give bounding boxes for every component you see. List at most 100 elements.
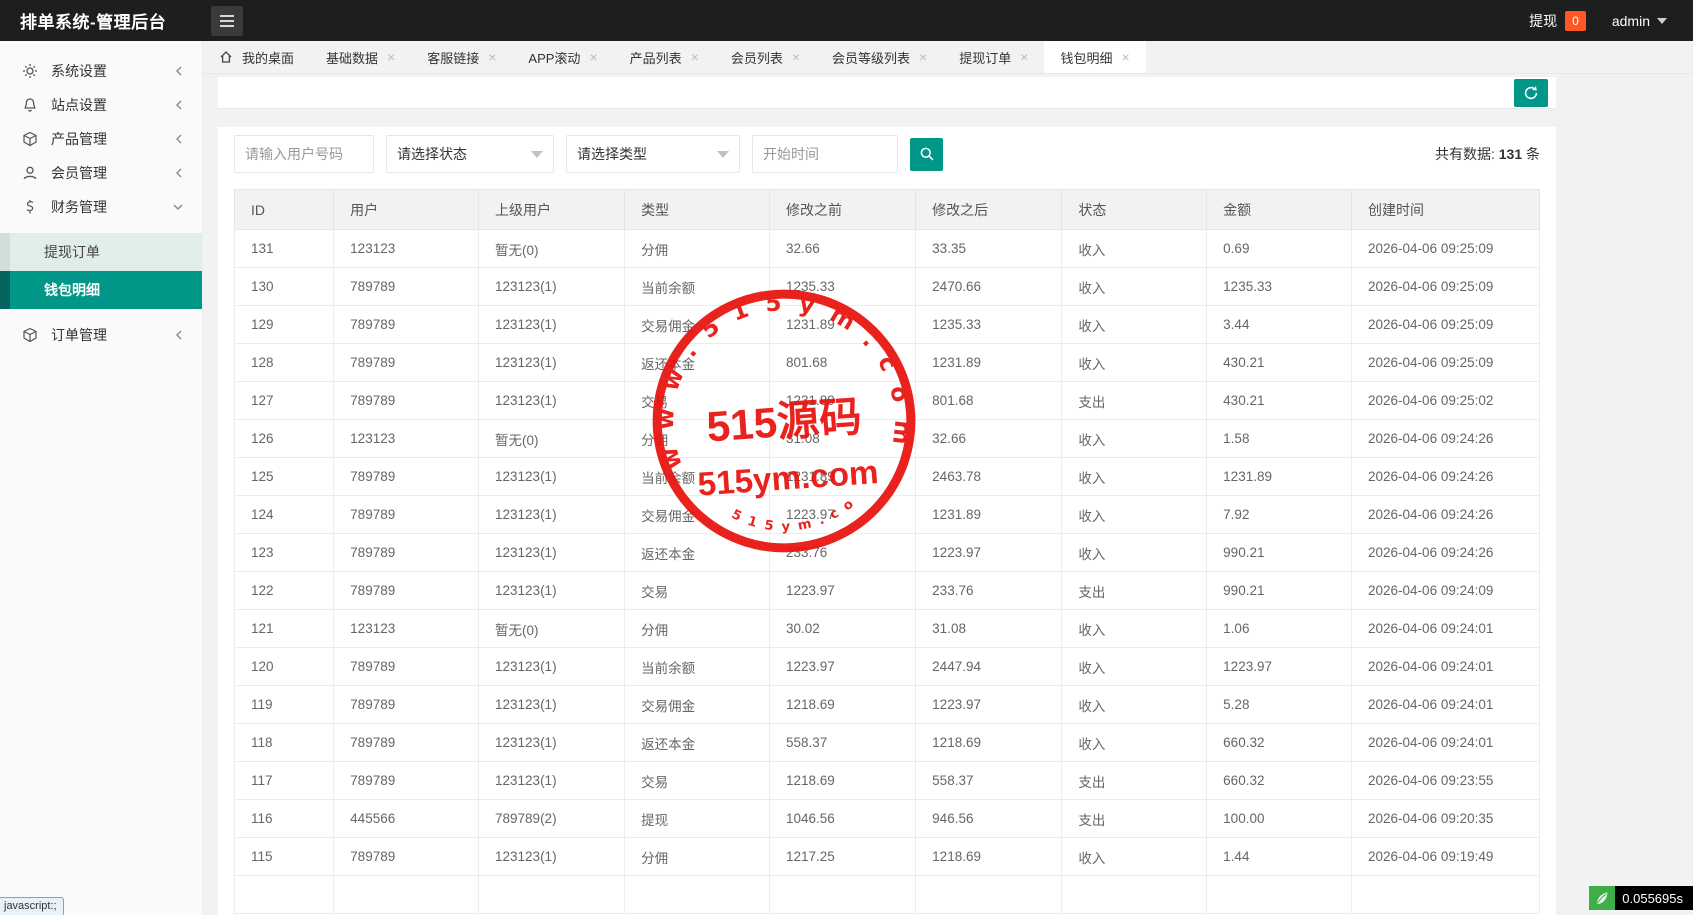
- table-cell: 2026-04-06 09:25:02: [1352, 382, 1540, 420]
- table-cell: 收入: [1062, 458, 1207, 496]
- close-icon[interactable]: ×: [1020, 50, 1028, 64]
- tab-member-list[interactable]: 会员列表 ×: [715, 41, 816, 73]
- content-card: 请选择状态 请选择类型 共有数据: 131 条: [218, 127, 1556, 915]
- table-row: 115789789123123(1)分佣1217.251218.69收入1.44…: [235, 838, 1540, 876]
- table-cell: 789789: [334, 838, 479, 876]
- table-cell: 123123(1): [479, 534, 625, 572]
- tab-service-links[interactable]: 客服链接×: [411, 41, 512, 73]
- sidebar-item-site-settings[interactable]: 站点设置: [0, 88, 202, 122]
- table-row: 124789789123123(1)交易佣金1223.971231.89收入7.…: [235, 496, 1540, 534]
- close-icon[interactable]: ×: [1121, 50, 1129, 64]
- sidebar-item-wallet-details[interactable]: 钱包明细: [0, 271, 202, 309]
- wallet-table-wrap: ID 用户 上级用户 类型 修改之前 修改之后 状态 金额 创建时间 13112…: [234, 189, 1540, 914]
- sidebar-item-product-management[interactable]: 产品管理: [0, 122, 202, 156]
- table-row: 127789789123123(1)交易1231.89801.68支出430.2…: [235, 382, 1540, 420]
- tab-label: 会员列表: [731, 48, 783, 67]
- table-cell: 1231.89: [916, 496, 1062, 534]
- close-icon[interactable]: ×: [387, 50, 395, 64]
- tab-wallet-details[interactable]: 钱包明细×: [1044, 41, 1145, 73]
- table-cell: 789789: [334, 762, 479, 800]
- table-cell: 2026-04-06 09:24:09: [1352, 572, 1540, 610]
- table-cell: [1062, 876, 1207, 914]
- close-icon[interactable]: ×: [589, 50, 597, 64]
- table-cell: 119: [235, 686, 334, 724]
- sidebar-item-member-management[interactable]: 会员管理: [0, 156, 202, 190]
- sidebar-item-system-settings[interactable]: 系统设置: [0, 54, 202, 88]
- type-select[interactable]: 请选择类型: [566, 135, 740, 173]
- user-menu[interactable]: admin: [1612, 13, 1667, 29]
- chevron-left-icon: [174, 133, 184, 145]
- close-icon[interactable]: ×: [488, 50, 496, 64]
- sidebar-subitem-label: 提现订单: [44, 242, 100, 262]
- start-time-input[interactable]: [752, 135, 898, 173]
- sidebar-item-withdraw-orders[interactable]: 提现订单: [0, 233, 202, 271]
- table-cell: 123123(1): [479, 838, 625, 876]
- table-cell: 1231.89: [1207, 458, 1352, 496]
- status-select[interactable]: 请选择状态: [386, 135, 554, 173]
- table-cell: 801.68: [916, 382, 1062, 420]
- table-cell: 123123(1): [479, 344, 625, 382]
- tab-app-scroll[interactable]: APP滚动×: [512, 41, 613, 73]
- tab-member-level-list[interactable]: 会员等级列表 ×: [816, 41, 943, 73]
- table-row: 128789789123123(1)返还本金801.681231.89收入430…: [235, 344, 1540, 382]
- table-cell: 2026-04-06 09:23:55: [1352, 762, 1540, 800]
- withdraw-shortcut[interactable]: 提现 0: [1529, 11, 1586, 31]
- tab-label: 我的桌面: [242, 48, 294, 67]
- table-cell: 暂无(0): [479, 230, 625, 268]
- tab-basic-data[interactable]: 基础数据 ×: [310, 41, 411, 73]
- table-cell: 801.68: [770, 344, 916, 382]
- chevron-left-icon: [174, 329, 184, 341]
- table-cell: 100.00: [1207, 800, 1352, 838]
- sidebar-item-label: 会员管理: [51, 163, 107, 183]
- table-cell: 暂无(0): [479, 420, 625, 458]
- table-cell: 1231.89: [770, 382, 916, 420]
- refresh-button[interactable]: [1514, 79, 1548, 107]
- tab-label: 会员等级列表: [832, 48, 910, 67]
- table-cell: 31.08: [916, 610, 1062, 648]
- table-row: 120789789123123(1)当前余额1223.972447.94收入12…: [235, 648, 1540, 686]
- cube-icon: [22, 131, 38, 147]
- table-cell: 3.44: [1207, 306, 1352, 344]
- table-cell: 1231.89: [770, 306, 916, 344]
- table-cell: 430.21: [1207, 344, 1352, 382]
- tab-my-desktop[interactable]: 我的桌面: [203, 41, 310, 73]
- table-cell: 分佣: [625, 230, 770, 268]
- table-cell: 123123(1): [479, 572, 625, 610]
- table-cell: 789789: [334, 306, 479, 344]
- table-cell: 7.92: [1207, 496, 1352, 534]
- table-cell: 1.44: [1207, 838, 1352, 876]
- filter-row: 请选择状态 请选择类型 共有数据: 131 条: [234, 135, 1540, 173]
- table-cell: 123123(1): [479, 382, 625, 420]
- table-cell: 233.76: [770, 534, 916, 572]
- table-cell: 收入: [1062, 230, 1207, 268]
- tab-product-list[interactable]: 产品列表×: [614, 41, 715, 73]
- table-cell: 789789(2): [479, 800, 625, 838]
- sidebar-subitem-label: 钱包明细: [44, 280, 100, 300]
- search-button[interactable]: [910, 138, 943, 171]
- table-cell: 123123(1): [479, 724, 625, 762]
- table-cell: 120: [235, 648, 334, 686]
- tab-withdraw-orders[interactable]: 提现订单×: [943, 41, 1044, 73]
- table-cell: 2470.66: [916, 268, 1062, 306]
- sidebar-item-order-management[interactable]: 订单管理: [0, 318, 202, 352]
- close-icon[interactable]: ×: [691, 50, 699, 64]
- table-cell: 交易: [625, 762, 770, 800]
- table-cell: 126: [235, 420, 334, 458]
- table-cell: 123123(1): [479, 268, 625, 306]
- table-row: 122789789123123(1)交易1223.97233.76支出990.2…: [235, 572, 1540, 610]
- user-number-input[interactable]: [234, 135, 374, 173]
- close-icon[interactable]: ×: [919, 50, 927, 64]
- sidebar-item-finance-management[interactable]: 财务管理: [0, 190, 202, 224]
- status-link-hint: javascript:;: [0, 897, 64, 915]
- close-icon[interactable]: ×: [792, 50, 800, 64]
- table-cell: 2026-04-06 09:25:09: [1352, 344, 1540, 382]
- table-cell: 交易: [625, 382, 770, 420]
- tab-label: 基础数据: [326, 48, 378, 67]
- sidebar-toggle-button[interactable]: [211, 6, 243, 36]
- table-cell: [334, 876, 479, 914]
- table-cell: 121: [235, 610, 334, 648]
- table-cell: 32.66: [770, 230, 916, 268]
- table-cell: [625, 876, 770, 914]
- table-cell: 分佣: [625, 610, 770, 648]
- table-cell: 33.35: [916, 230, 1062, 268]
